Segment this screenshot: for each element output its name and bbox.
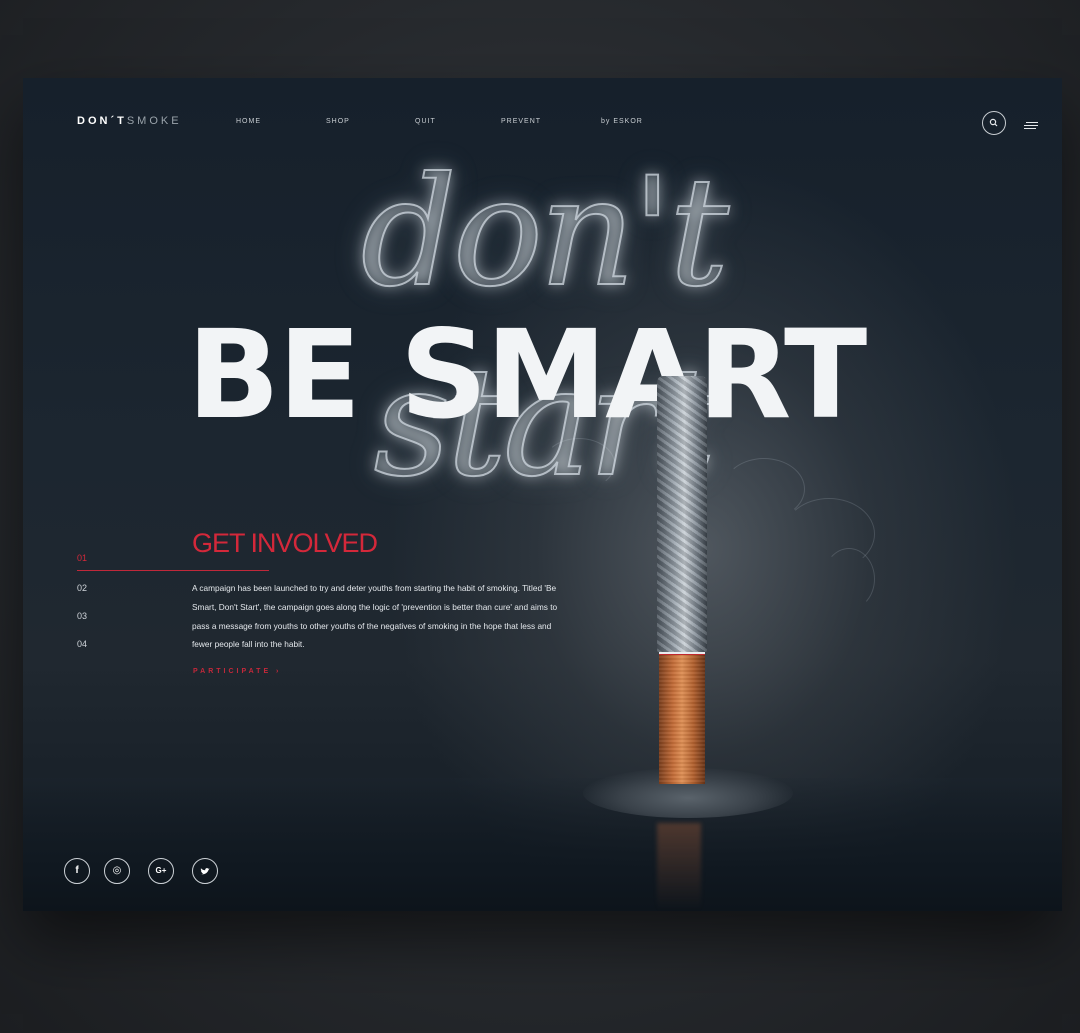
landing-page: DON´TSMOKE HOME SHOP QUIT PREVENT by ESK… <box>23 78 1062 911</box>
pager-item-03[interactable]: 03 <box>77 611 87 621</box>
nav-prevent[interactable]: PREVENT <box>501 118 541 125</box>
pager-item-02[interactable]: 02 <box>77 583 87 593</box>
search-icon <box>989 118 998 127</box>
hamburger-icon <box>1026 122 1038 123</box>
cigarette-filter <box>659 654 705 784</box>
facebook-button[interactable]: f <box>64 858 90 884</box>
instagram-icon: ◎ <box>112 865 122 876</box>
menu-button[interactable] <box>1024 122 1038 132</box>
participate-link[interactable]: PARTICIPATE › <box>193 668 281 675</box>
floor-surface <box>23 778 1062 911</box>
pager-active-line <box>77 570 269 571</box>
twitter-button[interactable] <box>192 858 218 884</box>
google-plus-icon: G+ <box>155 866 167 875</box>
section-title: GET INVOLVED <box>192 528 378 558</box>
cigarette-ash <box>657 376 707 652</box>
logo-bold: DON´T <box>77 115 127 127</box>
google-plus-button[interactable]: G+ <box>148 858 174 884</box>
nav-home[interactable]: HOME <box>236 118 261 125</box>
smoke-wisp <box>823 548 875 610</box>
cigarette-reflection <box>657 823 701 911</box>
logo-light: SMOKE <box>126 115 182 127</box>
pager-item-01[interactable]: 01 <box>77 553 87 563</box>
nav-shop[interactable]: SHOP <box>326 118 350 125</box>
nav-by-eskor[interactable]: by ESKOR <box>601 118 643 125</box>
search-button[interactable] <box>982 111 1006 135</box>
twitter-icon <box>200 868 210 875</box>
nav-quit[interactable]: QUIT <box>415 118 436 125</box>
hero-title: BE SMART <box>187 304 867 446</box>
hamburger-icon-line <box>1024 125 1038 126</box>
pager-item-04[interactable]: 04 <box>77 639 87 649</box>
facebook-icon: f <box>75 865 79 876</box>
instagram-button[interactable]: ◎ <box>104 858 130 884</box>
section-description: A campaign has been launched to try and … <box>192 583 558 650</box>
hamburger-icon-line <box>1024 128 1036 129</box>
logo[interactable]: DON´TSMOKE <box>77 115 182 127</box>
